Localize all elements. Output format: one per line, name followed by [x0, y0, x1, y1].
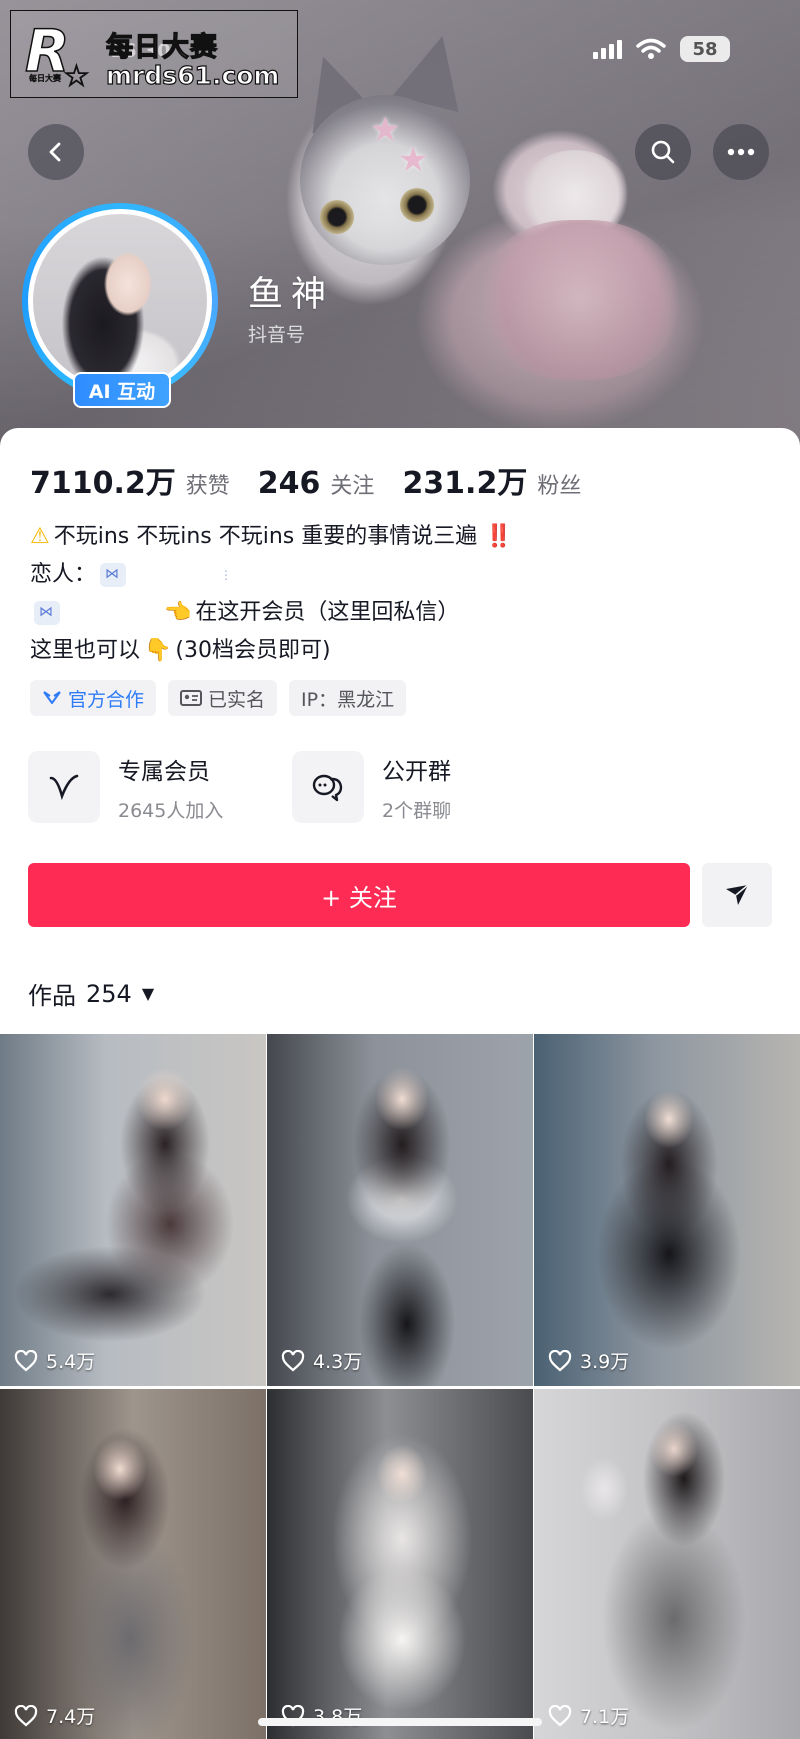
tab-works[interactable]: 作品 254 ▼ — [28, 976, 154, 1011]
chevron-left-icon — [49, 142, 61, 162]
wifi-icon — [636, 38, 666, 59]
video-thumbnail[interactable]: 7.1万 — [534, 1389, 800, 1739]
share-send-icon — [726, 884, 749, 905]
watermark: R 每日大赛 ☆ 每日大赛 mrds61.com — [10, 10, 298, 98]
like-count: 4.3万 — [313, 1351, 363, 1373]
bio-line: ⚠ 不玩ins 不玩ins 不玩ins 重要的事情说三遍 ‼️ — [30, 518, 770, 556]
pointing-left-hand-icon: 👈 — [164, 600, 192, 625]
profile-stats: 7110.2万 获赞 246 关注 231.2万 粉丝 — [30, 458, 581, 502]
home-indicator[interactable] — [258, 1718, 542, 1726]
cellular-signal-icon — [593, 39, 622, 59]
official-icon — [43, 691, 61, 704]
stat-following[interactable]: 246 关注 — [258, 466, 375, 501]
heart-icon — [281, 1349, 305, 1371]
watermark-logo: R 每日大赛 ☆ — [24, 16, 90, 94]
warning-icon: ⚠ — [30, 524, 50, 549]
mention-icon[interactable] — [100, 555, 127, 593]
heart-icon — [548, 1349, 572, 1371]
profile-bio: ⚠ 不玩ins 不玩ins 不玩ins 重要的事情说三遍 ‼️ 恋人： ⋮ 👈 … — [30, 518, 770, 670]
avatar[interactable] — [22, 203, 218, 399]
like-count: 5.4万 — [46, 1351, 96, 1373]
like-count: 7.1万 — [580, 1706, 630, 1728]
profile-info-panel: 7110.2万 获赞 246 关注 231.2万 粉丝 ⚠ 不玩ins 不玩in… — [0, 428, 800, 1028]
heart-icon — [548, 1704, 572, 1726]
status-bar: 58 — [593, 36, 730, 62]
search-button[interactable] — [635, 124, 691, 180]
membership-v-icon — [28, 751, 100, 823]
bio-line: 恋人： ⋮ — [30, 555, 770, 594]
stat-likes[interactable]: 7110.2万 获赞 — [30, 458, 230, 502]
id-card-icon — [180, 690, 203, 706]
double-exclamation-icon: ‼️ — [485, 524, 513, 549]
video-thumbnail[interactable]: 7.4万 — [0, 1389, 266, 1739]
like-count: 3.9万 — [580, 1351, 630, 1373]
ai-interaction-badge[interactable]: AI 互动 — [73, 372, 171, 408]
tag-ip-location: IP：黑龙江 — [289, 680, 407, 716]
pointing-down-hand-icon: 👇 — [144, 638, 172, 663]
video-thumbnail[interactable]: 4.3万 — [267, 1034, 533, 1386]
heart-icon — [14, 1704, 38, 1726]
bio-line: 这里也可以 👇 (30档会员即可) — [30, 632, 770, 670]
watermark-title: 每日大赛 — [105, 31, 218, 63]
more-dots-icon — [727, 148, 755, 156]
watermark-url: mrds61.com — [105, 60, 280, 90]
group-chat-icon — [292, 751, 364, 823]
bio-line: 👈 在这开会员（这里回私信） — [30, 593, 770, 632]
exclusive-membership-entry[interactable]: 专属会员 2645人加入 — [28, 751, 223, 823]
search-icon — [651, 140, 675, 164]
public-group-entry[interactable]: 公开群 2个群聊 — [292, 751, 451, 823]
mention-icon[interactable] — [34, 593, 60, 631]
back-button[interactable] — [28, 124, 84, 180]
video-grid: 5.4万 4.3万 3.9万 7.4万 3.8万 7.1万 — [0, 1034, 800, 1739]
video-thumbnail[interactable]: 5.4万 — [0, 1034, 266, 1386]
stat-followers[interactable]: 231.2万 粉丝 — [402, 458, 581, 502]
follow-button[interactable]: + 关注 — [28, 863, 690, 927]
douyin-id-label[interactable]: 抖音号 — [248, 320, 305, 347]
mention-dot-icon: ⋮ — [220, 568, 233, 582]
video-thumbnail[interactable]: 3.8万 — [267, 1389, 533, 1739]
caret-down-icon: ▼ — [141, 984, 155, 1003]
tag-verified-name[interactable]: 已实名 — [168, 680, 278, 716]
battery-indicator: 58 — [680, 36, 730, 62]
more-options-button[interactable] — [713, 124, 769, 180]
tag-official-cooperation[interactable]: 官方合作 — [30, 680, 157, 716]
profile-tags: 官方合作 已实名 IP：黑龙江 — [30, 680, 407, 716]
avatar-image — [28, 209, 212, 393]
heart-icon — [14, 1349, 38, 1371]
like-count: 7.4万 — [46, 1706, 96, 1728]
share-button[interactable] — [702, 863, 772, 927]
profile-nickname: 鱼神 — [248, 275, 335, 315]
video-thumbnail[interactable]: 3.9万 — [534, 1034, 800, 1386]
